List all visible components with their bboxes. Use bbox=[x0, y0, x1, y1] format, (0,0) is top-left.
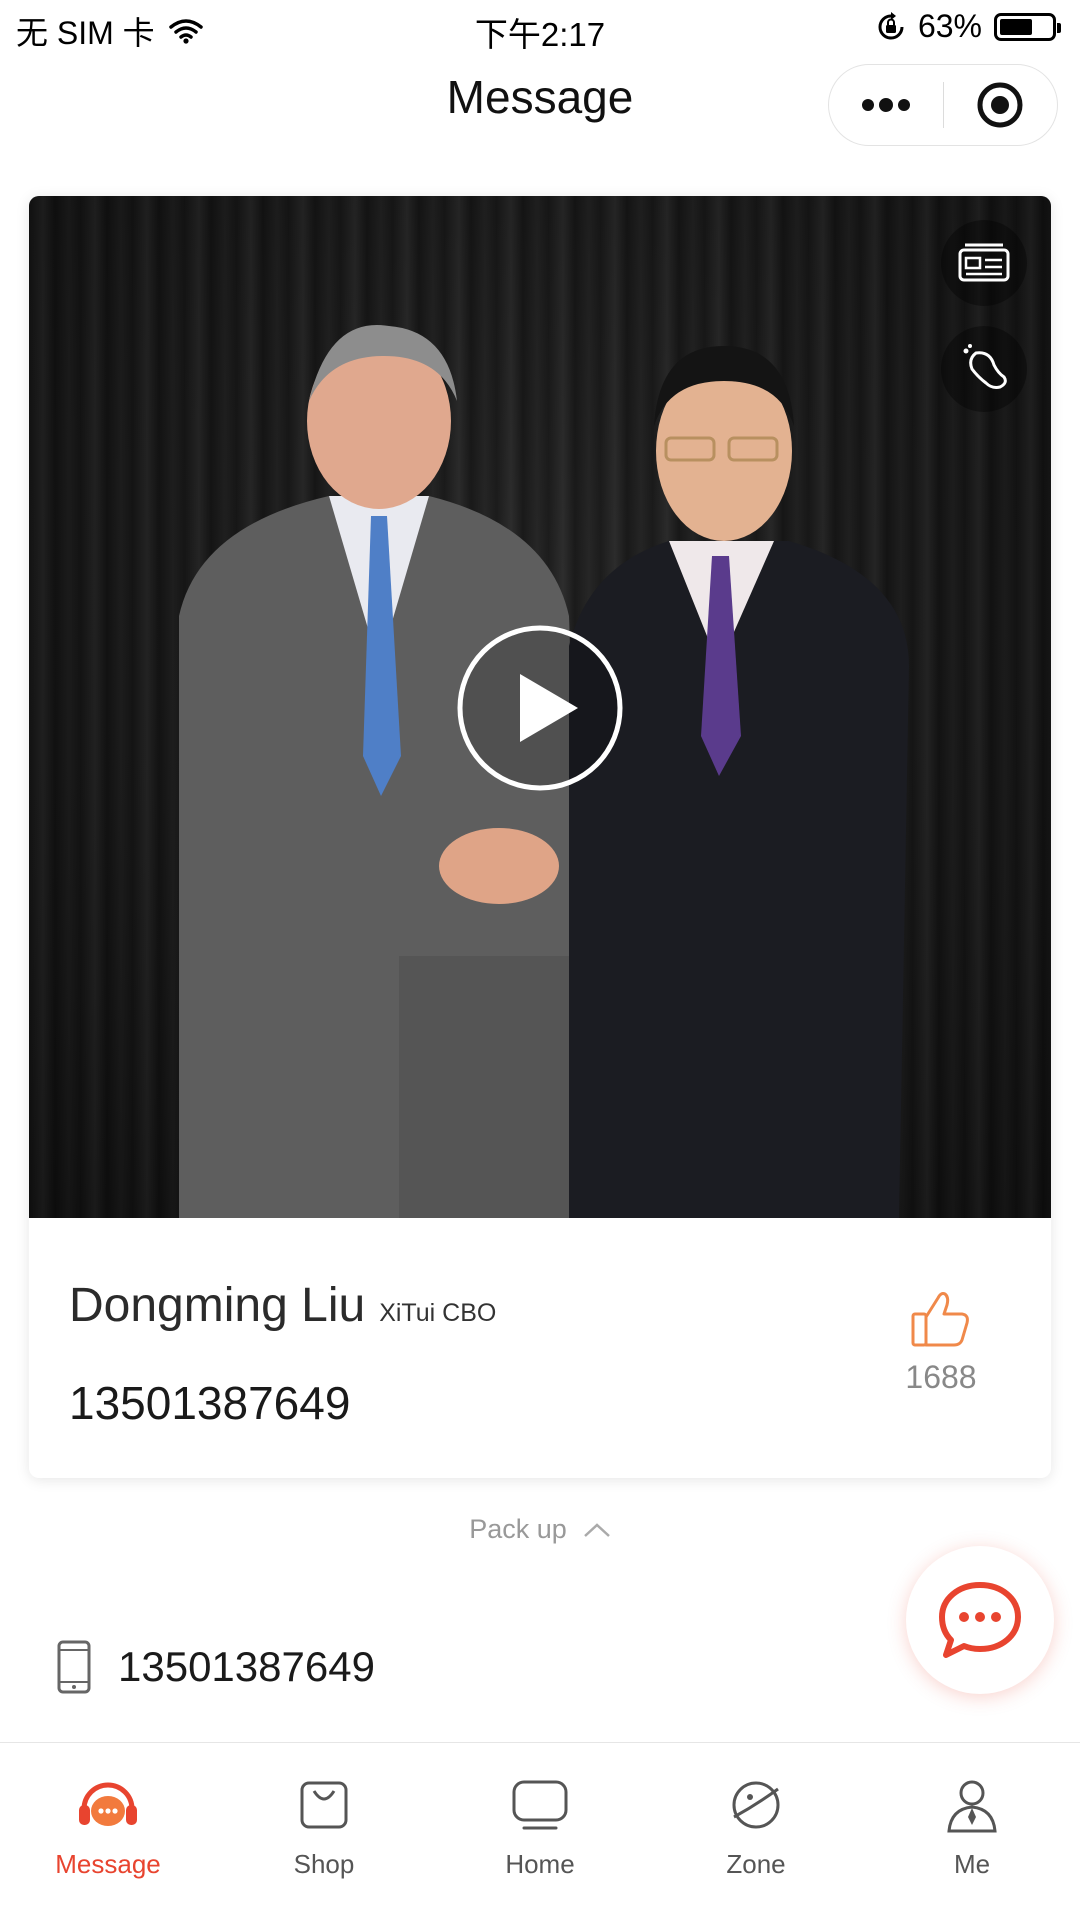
status-bar: 无 SIM 卡 下午2:17 63% bbox=[0, 0, 1080, 56]
rotation-lock-icon bbox=[878, 11, 904, 39]
battery-icon bbox=[994, 12, 1061, 41]
headset-icon bbox=[76, 1773, 140, 1837]
tab-home[interactable]: Home bbox=[432, 1743, 648, 1920]
like-button[interactable]: 1688 bbox=[891, 1290, 991, 1396]
tab-label: Message bbox=[55, 1849, 161, 1879]
pack-up-label: Pack up bbox=[469, 1514, 567, 1544]
person-name: Dongming Liu bbox=[69, 1279, 366, 1332]
mobile-phone-icon bbox=[57, 1640, 91, 1694]
tab-label: Home bbox=[505, 1849, 575, 1879]
contact-phone-row[interactable]: 13501387649 bbox=[56, 1640, 375, 1694]
home-screen-icon bbox=[508, 1773, 572, 1837]
status-right: 63% bbox=[876, 8, 1061, 45]
footprint-button[interactable] bbox=[941, 326, 1027, 412]
pack-up-toggle[interactable]: Pack up bbox=[0, 1514, 1080, 1545]
contact-phone-number: 13501387649 bbox=[118, 1643, 375, 1690]
thumbs-up-icon bbox=[911, 1292, 969, 1347]
battery-percent: 63% bbox=[917, 8, 982, 44]
shopping-bag-icon bbox=[292, 1773, 356, 1837]
chat-bubble-icon bbox=[939, 1582, 1021, 1658]
tab-message[interactable]: Message bbox=[0, 1743, 216, 1920]
tab-me[interactable]: Me bbox=[864, 1743, 1080, 1920]
battery-fill bbox=[1000, 18, 1032, 35]
card-icon bbox=[958, 243, 1010, 282]
person-title: XiTui CBO bbox=[379, 1299, 497, 1327]
play-button[interactable] bbox=[456, 624, 624, 792]
tab-label: Shop bbox=[293, 1849, 355, 1879]
card-view-button[interactable] bbox=[941, 220, 1027, 306]
more-button[interactable] bbox=[829, 65, 943, 145]
miniprogram-capsule bbox=[828, 64, 1058, 146]
planet-icon bbox=[724, 1773, 788, 1837]
exit-button[interactable] bbox=[944, 65, 1058, 145]
tab-label: Zone bbox=[726, 1849, 786, 1879]
tab-bar: Message Shop Home Zone Me bbox=[0, 1742, 1080, 1920]
video-cover[interactable] bbox=[29, 196, 1051, 1218]
user-icon bbox=[940, 1773, 1004, 1837]
footprint-icon bbox=[963, 344, 1007, 389]
target-icon bbox=[977, 82, 1023, 128]
chevron-up-icon bbox=[583, 1522, 610, 1537]
tab-shop[interactable]: Shop bbox=[216, 1743, 432, 1920]
more-dots-icon bbox=[861, 98, 910, 112]
tab-label: Me bbox=[953, 1849, 991, 1879]
profile-card: Dongming Liu XiTui CBO 13501387649 1688 bbox=[29, 196, 1051, 1478]
chat-button[interactable] bbox=[906, 1546, 1054, 1694]
like-count: 1688 bbox=[905, 1359, 977, 1395]
name-row: Dongming Liu XiTui CBO bbox=[69, 1278, 496, 1333]
card-phone[interactable]: 13501387649 bbox=[69, 1376, 350, 1430]
tab-zone[interactable]: Zone bbox=[648, 1743, 864, 1920]
